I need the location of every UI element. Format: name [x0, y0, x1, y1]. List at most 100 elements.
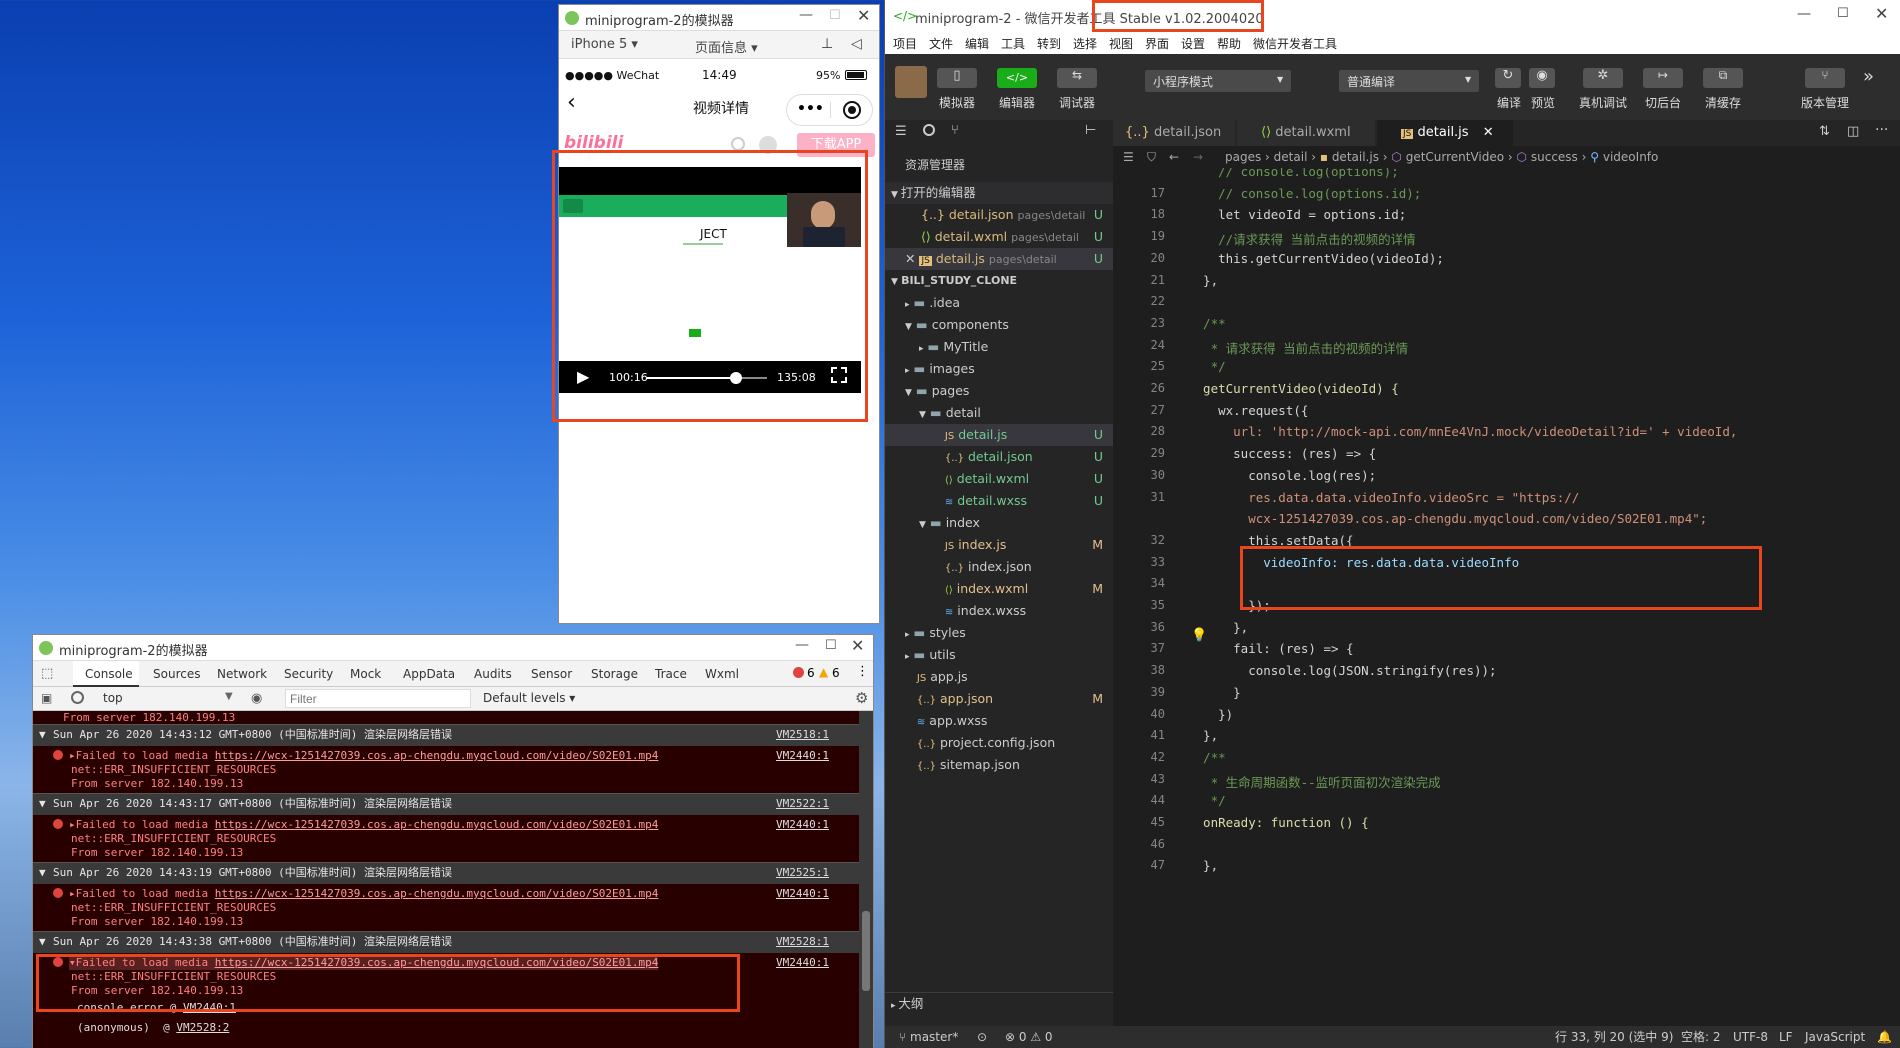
- source-link[interactable]: VM2440:1: [776, 956, 829, 970]
- minimize-button[interactable]: —: [799, 7, 813, 23]
- tab-security[interactable]: Security: [284, 661, 333, 687]
- console-group-header[interactable]: ▼ Sun Apr 26 2020 14:43:17 GMT+0800 (中国标准…: [33, 793, 859, 815]
- tab-sensor[interactable]: Sensor: [531, 661, 572, 687]
- code-line[interactable]: wx.request({: [1188, 403, 1308, 418]
- source-link[interactable]: VM2528:2: [176, 1021, 229, 1034]
- source-link[interactable]: VM2522:1: [776, 794, 829, 814]
- code-line[interactable]: }): [1188, 707, 1233, 722]
- console-group-header[interactable]: ▼ Sun Apr 26 2020 14:43:19 GMT+0800 (中国标准…: [33, 862, 859, 884]
- tree-item[interactable]: ⟨⟩ index.wxml M: [885, 578, 1113, 600]
- tree-item[interactable]: {..} project.config.json: [885, 732, 1113, 754]
- console-group-header[interactable]: ▼ Sun Apr 26 2020 14:43:12 GMT+0800 (中国标准…: [33, 724, 859, 746]
- clear-console-icon[interactable]: [71, 691, 84, 704]
- clear-cache-icon[interactable]: ⧉: [1703, 68, 1743, 88]
- menu-view[interactable]: 视图: [1109, 35, 1133, 52]
- device-select[interactable]: iPhone 5 ▾: [571, 37, 638, 52]
- cursor-position[interactable]: 行 33, 列 20 (选中 9): [1555, 1026, 1673, 1048]
- compile-mode-select[interactable]: 普通编译 ▼: [1339, 70, 1479, 92]
- code-line[interactable]: },: [1188, 728, 1218, 743]
- more-vert-icon[interactable]: ⋮: [856, 664, 869, 679]
- pin-icon[interactable]: ⊥: [821, 36, 833, 52]
- maximize-button[interactable]: ☐: [829, 8, 841, 23]
- source-link[interactable]: VM2525:1: [776, 863, 829, 883]
- error-url-link[interactable]: https://wcx-1251427039.cos.ap-chengdu.my…: [215, 956, 659, 969]
- source-link[interactable]: VM2518:1: [776, 725, 829, 745]
- code-line[interactable]: /**: [1188, 750, 1226, 765]
- tree-item[interactable]: ▼ ▬ detail: [885, 402, 1113, 424]
- source-link[interactable]: VM2440:1: [776, 749, 829, 763]
- video-progress-handle[interactable]: [729, 372, 742, 384]
- tab-mock[interactable]: Mock: [350, 661, 381, 687]
- minimize-button[interactable]: —: [1797, 6, 1811, 22]
- code-line[interactable]: */: [1188, 359, 1226, 374]
- list-view-icon[interactable]: ☰: [895, 124, 907, 139]
- console-filter-input[interactable]: [285, 689, 471, 708]
- download-app-button[interactable]: 下载APP: [797, 133, 875, 157]
- git-branch[interactable]: ⑂ master*: [899, 1026, 958, 1048]
- tree-item[interactable]: ▼ ▬ components: [885, 314, 1113, 336]
- tree-item[interactable]: ▸ ▬ utils: [885, 644, 1113, 666]
- capsule-more-button[interactable]: •••: [797, 101, 824, 117]
- code-line[interactable]: this.getCurrentVideo(videoId);: [1188, 251, 1444, 266]
- tab-audits[interactable]: Audits: [474, 661, 512, 687]
- close-button[interactable]: ✕: [857, 6, 870, 25]
- error-url-link[interactable]: https://wcx-1251427039.cos.ap-chengdu.my…: [215, 818, 659, 831]
- open-editors-header[interactable]: ▼ 打开的编辑器: [885, 182, 1113, 204]
- volume-icon[interactable]: ◁: [851, 36, 862, 52]
- code-line[interactable]: this.setData({: [1188, 533, 1353, 548]
- breadcrumb-item[interactable]: pages › detail › ▪ detail.js › ⬡ getCurr…: [1225, 146, 1658, 168]
- tree-item[interactable]: ≋ detail.wxss U: [885, 490, 1113, 512]
- encoding[interactable]: UTF-8: [1733, 1026, 1768, 1048]
- video-player[interactable]: JECT ▶ 100:16 135:08: [559, 167, 861, 393]
- version-control-icon[interactable]: ⑂: [1805, 68, 1845, 88]
- code-line[interactable]: console.log(res);: [1188, 468, 1376, 483]
- editor-toggle-icon[interactable]: </>: [997, 68, 1037, 88]
- list-icon[interactable]: ☰: [1123, 146, 1134, 168]
- tab-appdata[interactable]: AppData: [403, 661, 455, 687]
- open-editor-detail-js[interactable]: ✕ JS detail.js pages\detail U: [885, 248, 1113, 270]
- menu-file[interactable]: 文件: [929, 35, 953, 52]
- inspect-icon[interactable]: ⬚: [41, 666, 53, 681]
- code-line[interactable]: //请求获得 当前点击的视频的详情: [1188, 229, 1416, 248]
- warning-count[interactable]: 6: [832, 666, 840, 680]
- code-line[interactable]: },: [1188, 858, 1218, 873]
- compare-icon[interactable]: ⇅: [1819, 124, 1830, 139]
- bookmark-icon[interactable]: ⛉: [1147, 146, 1156, 168]
- sync-icon[interactable]: ⊙: [977, 1026, 987, 1048]
- menu-tools[interactable]: 工具: [1001, 35, 1025, 52]
- code-line[interactable]: let videoId = options.id;: [1188, 207, 1406, 222]
- menu-goto[interactable]: 转到: [1037, 35, 1061, 52]
- open-editor-detail-wxml[interactable]: ⟨⟩ detail.wxml pages\detail U: [885, 226, 1113, 248]
- project-root-header[interactable]: ▼ BILI_STUDY_CLONE: [885, 270, 1113, 292]
- forward-icon[interactable]: →: [1193, 146, 1203, 168]
- settings-gear-icon[interactable]: ⚙: [855, 689, 868, 707]
- menu-select[interactable]: 选择: [1073, 35, 1097, 52]
- menu-help[interactable]: 帮助: [1217, 35, 1241, 52]
- source-link[interactable]: VM2440:1: [776, 887, 829, 901]
- error-url-link[interactable]: https://wcx-1251427039.cos.ap-chengdu.my…: [215, 749, 659, 762]
- tree-item[interactable]: ▼ ▬ index: [885, 512, 1113, 534]
- code-line[interactable]: url: 'http://mock-api.com/mnEe4VnJ.mock/…: [1188, 424, 1737, 439]
- tab-network[interactable]: Network: [217, 661, 267, 687]
- code-line[interactable]: },: [1188, 273, 1218, 288]
- search-icon[interactable]: [731, 137, 745, 151]
- compile-icon[interactable]: ↻: [1495, 68, 1521, 88]
- tree-item[interactable]: {..} app.json M: [885, 688, 1113, 710]
- tree-item[interactable]: {..} sitemap.json: [885, 754, 1113, 776]
- sidebar-toggle-icon[interactable]: ▣: [41, 691, 52, 705]
- source-control-icon[interactable]: ⑂: [951, 123, 959, 138]
- log-levels-select[interactable]: Default levels ▾: [483, 691, 575, 705]
- code-line[interactable]: success: (res) => {: [1188, 446, 1376, 461]
- close-button[interactable]: ✕: [851, 636, 864, 655]
- code-line[interactable]: fail: (res) => {: [1188, 641, 1353, 656]
- mode-select[interactable]: 小程序模式 ▼: [1145, 70, 1291, 92]
- video-progress-track[interactable]: [647, 372, 767, 384]
- menu-interface[interactable]: 界面: [1145, 35, 1169, 52]
- code-line[interactable]: * 生命周期函数--监听页面初次渲染完成: [1188, 772, 1441, 791]
- tree-item[interactable]: {..} detail.json U: [885, 446, 1113, 468]
- notification-bell-icon[interactable]: 🔔: [1877, 1026, 1892, 1048]
- capsule-close-button[interactable]: [843, 101, 861, 119]
- tree-item[interactable]: ▼ ▬ pages: [885, 380, 1113, 402]
- back-arrow-icon[interactable]: ‹: [567, 90, 576, 115]
- lightbulb-icon[interactable]: 💡: [1191, 628, 1207, 643]
